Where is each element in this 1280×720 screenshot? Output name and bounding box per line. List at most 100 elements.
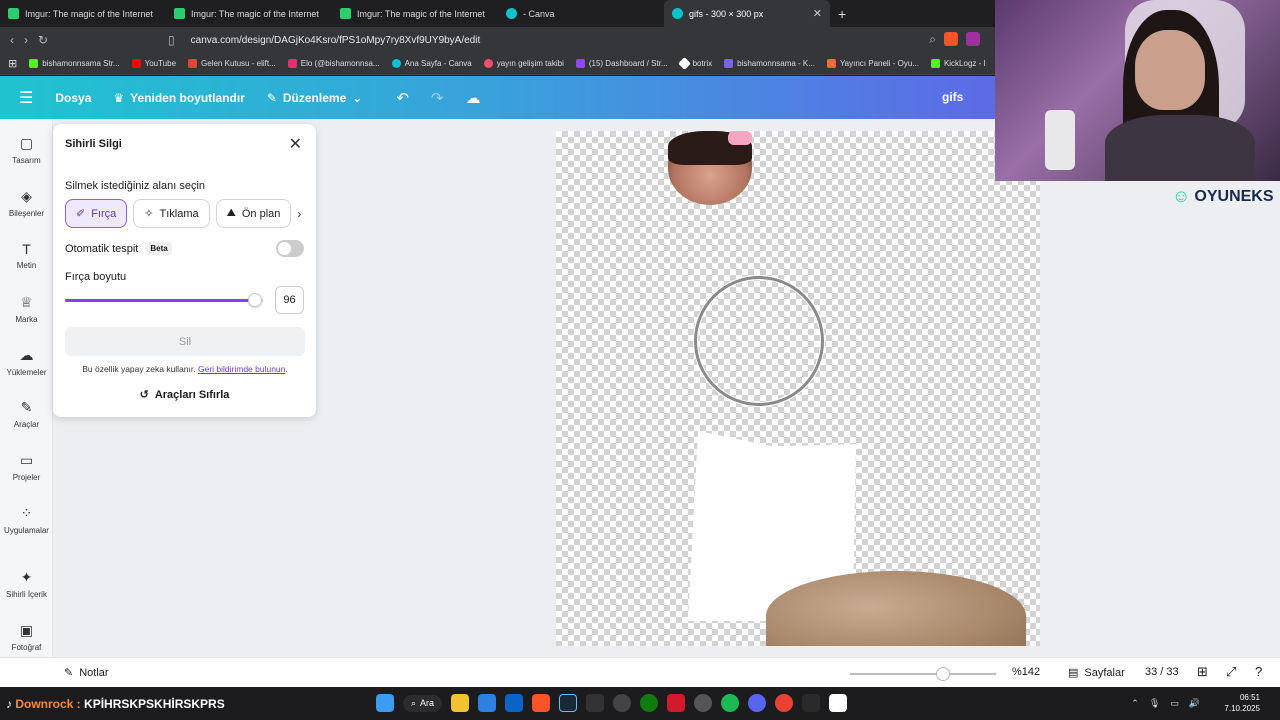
fullscreen-icon[interactable]: ⤢ [1226,664,1236,680]
file-explorer-icon[interactable] [451,694,470,712]
new-tab-icon[interactable]: + [830,6,854,22]
pencil-icon: ✎ [266,90,277,105]
bookmark-item[interactable]: bishamonnsama Str... [29,59,120,68]
apps-grid-icon[interactable]: ⊞ [8,57,17,70]
twitch-icon [575,59,585,68]
store-icon[interactable] [478,694,497,712]
volume-icon[interactable]: 🔊 [1189,698,1200,709]
obs-icon[interactable] [613,694,632,712]
capcut-icon[interactable] [829,694,848,712]
rail-item-text[interactable]: T Metin [0,241,53,270]
browser-tab[interactable]: Imgur: The magic of the Internet [0,0,166,27]
cloud-save-icon[interactable]: ☁ [465,89,480,107]
rail-item-apps[interactable]: ⁘ Uygulamalar [0,505,53,535]
bookmark-item[interactable]: YouTube [131,59,176,68]
chevron-up-icon[interactable]: ⌃ [1131,698,1139,709]
rail-item-photos[interactable]: ▣ Fotoğraf [0,622,53,652]
spotify-icon[interactable] [721,694,740,712]
rail-item-uploads[interactable]: ☁ Yüklemeler [0,347,53,377]
outlook-icon[interactable] [505,694,524,712]
close-tab-icon[interactable]: ✕ [813,7,822,20]
taskbar-search[interactable]: ⌕ Ara [403,694,443,712]
file-menu[interactable]: Dosya [55,91,91,105]
discord-icon[interactable] [748,694,767,712]
github-icon[interactable] [694,694,713,712]
xbox-icon[interactable] [640,694,659,712]
bookmark-item[interactable]: Elo (@bishamonnsa... [287,59,380,68]
url-field[interactable]: canva.com/design/DAGjKo4Ksro/fPS1oMpy7ry… [191,35,481,46]
rail-item-tools[interactable]: ✎ Araçlar [0,399,53,429]
bookmark-item[interactable]: Gelen Kutusu - elift... [188,59,276,68]
bookmark-item[interactable]: Ana Sayfa - Canva [391,59,472,68]
brush-size-slider[interactable] [65,293,263,307]
bookmark-item[interactable]: botrix [677,57,712,70]
reload-icon[interactable]: ↻ [38,33,48,47]
mode-chips: ✐ Fırça ✧ Tıklama ⛰ Ön plan › [65,199,301,228]
streamer-face [1135,30,1205,110]
zoom-level[interactable]: %142 [1012,666,1040,678]
design-canvas[interactable] [556,131,1040,646]
bookmark-item[interactable]: Yayıncı Paneli - Oyu... [826,59,919,68]
close-icon[interactable]: ✕ [289,134,302,154]
network-icon[interactable]: ▭ [1170,698,1179,709]
bookmark-label: KickLogz - I [943,59,986,68]
help-icon[interactable]: ? [1255,664,1262,679]
brave-icon[interactable] [532,694,551,712]
rail-label: Araçlar [13,420,40,429]
zoom-handle[interactable] [936,667,951,681]
steam-icon[interactable] [559,694,578,712]
bookmark-icon[interactable]: ▯ [168,33,175,47]
rail-item-brand[interactable]: ♕ Marka [0,294,53,324]
browser-tab[interactable]: Imgur: The magic of the Internet [166,0,332,27]
bookmark-item[interactable]: KickLogz - I [930,59,986,68]
foreground-icon: ⛰ [226,207,236,219]
brush-size-input[interactable]: 96 [275,286,304,314]
chrome-icon[interactable] [775,694,794,712]
slider-fill [65,299,256,302]
auto-detect-label: Otomatik tespit [65,242,139,255]
chevron-right-icon[interactable]: › [297,207,301,221]
design-title[interactable]: gifs [942,90,963,104]
back-icon[interactable]: ‹ [10,33,14,47]
brave-shield-icon[interactable] [944,32,958,46]
menu-icon[interactable]: ☰ [19,88,33,108]
erase-button[interactable]: Sil [65,327,305,356]
red-app-icon[interactable] [667,694,686,712]
undo-icon[interactable]: ↶ [396,89,409,107]
resize-menu[interactable]: ♛ Yeniden boyutlandır [113,91,244,105]
rail-item-design[interactable]: ▢ Tasarım [0,135,53,165]
forward-icon[interactable]: › [24,33,28,47]
bookmark-item[interactable]: (15) Dashboard / Str... [575,59,668,68]
gmail-icon [188,59,198,68]
grid-view-icon[interactable]: ⊞ [1197,664,1208,680]
rewards-icon[interactable] [966,32,980,46]
browser-tab[interactable]: Imgur: The magic of the Internet [332,0,498,27]
rail-item-projects[interactable]: ▭ Projeler [0,452,53,482]
reset-tools-button[interactable]: ↺ Araçları Sıfırla [53,388,316,402]
edit-menu[interactable]: ✎ Düzenleme ⌄ [267,91,362,105]
slider-handle[interactable] [248,293,263,307]
brush-mode-button[interactable]: ✐ Fırça [65,199,128,228]
browser-tab[interactable]: - Canva [498,0,664,27]
davinci-icon[interactable] [802,694,821,712]
foreground-mode-button[interactable]: ⛰ Ön plan [215,199,292,228]
windows-start-icon[interactable] [376,694,394,712]
bookmark-item[interactable]: bishamonnsama - K... [724,59,815,68]
bookmark-item[interactable]: yayın gelişim takibi [483,59,564,68]
rail-label: Bileşenler [8,209,45,218]
zoom-icon[interactable]: ⌕ [929,32,936,47]
auto-detect-toggle[interactable] [276,240,304,257]
redo-icon[interactable]: ↷ [431,89,444,107]
zoom-slider[interactable] [850,667,996,681]
clock[interactable]: 06:51 7.10.2025 [1224,692,1260,714]
rail-item-elements[interactable]: ◈ Bileşenler [0,188,53,218]
feedback-link[interactable]: Geri bildirimde bulunun [198,364,285,374]
epic-games-icon[interactable] [586,694,605,712]
rail-label: Marka [15,315,38,324]
browser-tab-active[interactable]: gifs - 300 × 300 px ✕ [664,0,830,27]
click-mode-button[interactable]: ✧ Tıklama [133,199,210,228]
notes-button[interactable]: ✎ Notlar [64,666,109,680]
pages-button[interactable]: ▤ Sayfalar [1068,666,1125,680]
rail-item-magic[interactable]: ✦ Sihirli İçerik [0,569,53,599]
mic-icon[interactable]: 🎙 [1149,698,1160,709]
